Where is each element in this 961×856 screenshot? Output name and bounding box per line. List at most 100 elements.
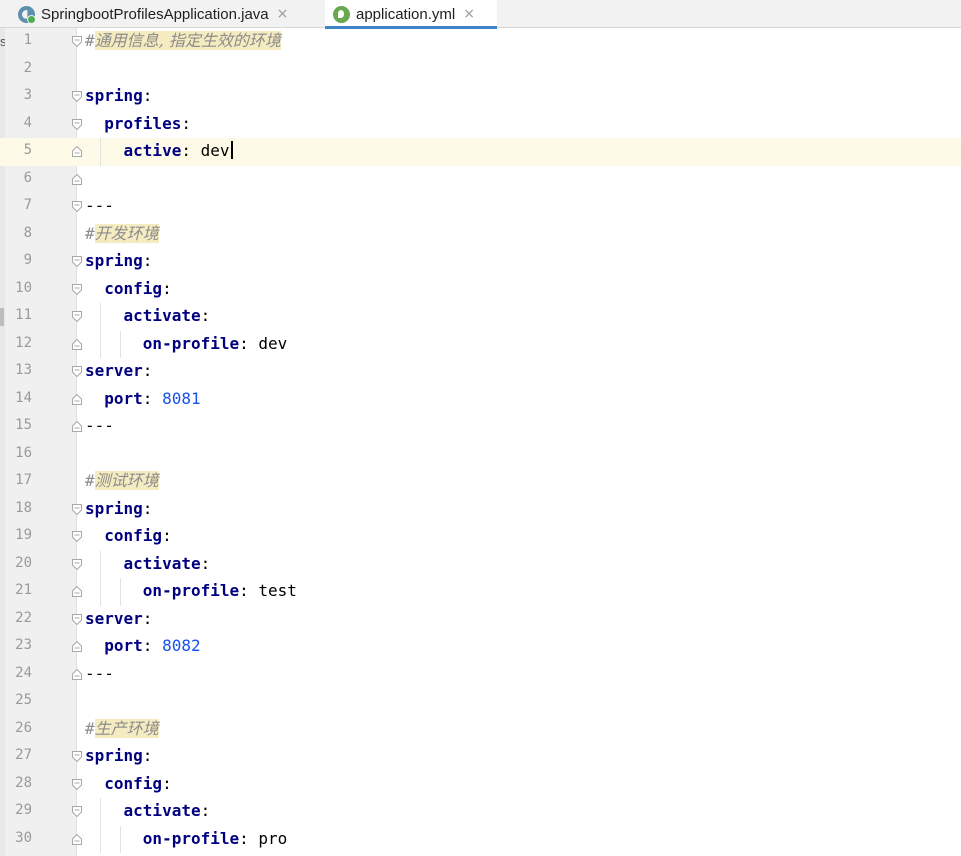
code-line[interactable]: 12 on-profile: dev [0, 330, 961, 358]
line-number: 12 [15, 334, 32, 351]
fold-marker-icon[interactable] [72, 91, 82, 102]
code-token: test [258, 581, 297, 600]
code-token: config [104, 278, 163, 298]
fold-marker-icon[interactable] [72, 613, 82, 625]
code-line[interactable]: 1 #通用信息, 指定生效的环境 [0, 28, 961, 56]
code-line[interactable]: 22 server: [0, 606, 961, 634]
fold-end-icon[interactable] [72, 668, 82, 680]
code-line[interactable]: 30 on-profile: pro [0, 825, 961, 853]
code-editor[interactable]: 1 #通用信息, 指定生效的环境 2 3 spring: 4 profiles: 5 act… [0, 28, 961, 853]
close-tab-icon[interactable]: × [463, 6, 475, 22]
code-token: 生产环境 [94, 718, 159, 738]
fold-end-icon[interactable] [72, 338, 82, 350]
code-token: : [239, 581, 259, 600]
line-number: 1 [23, 32, 32, 48]
line-number: 19 [15, 527, 32, 543]
fold-end-icon[interactable] [72, 641, 82, 652]
fold-marker-icon[interactable] [72, 366, 82, 377]
code-line[interactable]: 21 on-profile: test [0, 578, 961, 606]
code-text: activate: [85, 306, 211, 326]
code-line[interactable]: 11 activate: [0, 303, 961, 331]
code-token: pro [258, 828, 288, 848]
code-text: #测试环境 [85, 471, 159, 491]
code-line[interactable]: 25 [0, 688, 961, 716]
code-line[interactable]: 18 spring: [0, 496, 961, 524]
code-text: on-profile: dev [85, 333, 288, 354]
code-token: dev [258, 333, 288, 353]
code-line[interactable]: 15 --- [0, 413, 961, 441]
fold-marker-icon[interactable] [72, 36, 82, 47]
fold-end-icon[interactable] [72, 146, 82, 157]
code-line[interactable]: 29 activate: [0, 798, 961, 826]
code-token: : [142, 388, 163, 408]
code-line[interactable]: 20 activate: [0, 550, 961, 578]
code-token: : [200, 801, 211, 820]
code-token: 开发环境 [94, 223, 159, 243]
code-line[interactable]: 14 port: 8081 [0, 386, 961, 414]
code-line[interactable]: 16 [0, 441, 961, 469]
fold-marker-icon[interactable] [72, 201, 82, 212]
code-line[interactable]: 2 [0, 56, 961, 84]
fold-end-icon[interactable] [72, 586, 82, 597]
code-line[interactable]: 4 profiles: [0, 111, 961, 139]
code-token: port [104, 636, 143, 655]
fold-marker-icon[interactable] [72, 806, 82, 817]
fold-marker-icon[interactable] [72, 311, 82, 322]
code-token: : [142, 86, 153, 105]
fold-marker-icon[interactable] [72, 558, 82, 570]
fold-end-icon[interactable] [72, 173, 82, 185]
fold-marker-icon[interactable] [72, 283, 82, 295]
fold-end-icon[interactable] [72, 421, 82, 432]
line-number: 7 [23, 197, 32, 213]
line-number: 11 [15, 307, 32, 323]
code-line[interactable]: 9 spring: [0, 248, 961, 276]
code-line[interactable]: 10 config: [0, 276, 961, 304]
code-line[interactable]: 3 spring: [0, 83, 961, 111]
code-line[interactable]: 5 active: dev [0, 138, 961, 166]
fold-marker-icon[interactable] [72, 503, 82, 515]
code-line[interactable]: 27 spring: [0, 743, 961, 771]
fold-end-icon[interactable] [72, 393, 82, 405]
code-line[interactable]: 24 --- [0, 661, 961, 689]
fold-marker-icon[interactable] [72, 751, 82, 762]
code-line[interactable]: 13 server: [0, 358, 961, 386]
fold-marker-icon[interactable] [72, 778, 82, 790]
code-token: on-profile [142, 333, 240, 353]
line-number: 18 [15, 499, 32, 516]
code-token: spring [85, 498, 143, 518]
code-line[interactable]: 8 #开发环境 [0, 221, 961, 249]
line-number: 28 [15, 774, 32, 791]
line-number: 8 [23, 224, 32, 241]
code-text: config: [85, 774, 171, 794]
code-token: : [181, 113, 191, 133]
code-token: # [85, 31, 95, 50]
line-number: 5 [23, 142, 32, 158]
code-line[interactable]: 23 port: 8082 [0, 633, 961, 661]
code-token: : [200, 306, 211, 325]
close-tab-icon[interactable]: × [277, 6, 289, 22]
fold-marker-icon[interactable] [72, 531, 82, 542]
code-line[interactable]: 17 #测试环境 [0, 468, 961, 496]
fold-end-icon[interactable] [72, 833, 82, 845]
code-text: activate: [85, 801, 211, 821]
code-line[interactable]: 6 [0, 166, 961, 194]
line-number: 10 [15, 279, 32, 296]
code-line[interactable]: 26 #生产环境 [0, 716, 961, 744]
tab-application-yml[interactable]: application.yml × [325, 0, 497, 28]
spring-class-icon [18, 5, 36, 24]
code-line[interactable]: 28 config: [0, 771, 961, 799]
code-line[interactable]: 19 config: [0, 523, 961, 551]
line-number: 9 [23, 252, 32, 268]
code-line[interactable]: 7 --- [0, 193, 961, 221]
code-text: spring: [85, 499, 152, 519]
fold-marker-icon[interactable] [72, 256, 82, 267]
fold-marker-icon[interactable] [72, 118, 82, 130]
code-token: server [85, 608, 143, 628]
tab-springboot-profiles-application[interactable]: SpringbootProfilesApplication.java × [18, 0, 323, 28]
code-text: port: 8081 [85, 388, 200, 409]
line-number: 20 [15, 554, 32, 571]
code-text: config: [85, 278, 171, 299]
tab-label: SpringbootProfilesApplication.java [41, 5, 269, 23]
